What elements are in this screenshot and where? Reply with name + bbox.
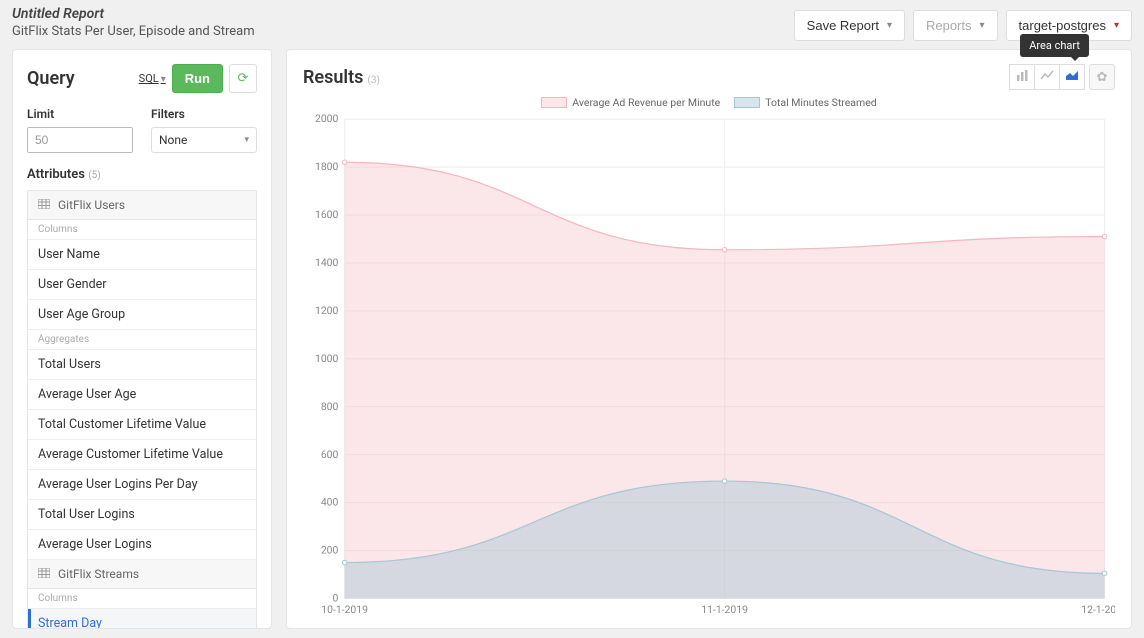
- chart-settings-button[interactable]: ✿: [1089, 64, 1115, 90]
- chart-legend: Average Ad Revenue per Minute Total Minut…: [303, 96, 1115, 109]
- attribute-group-label: GitFlix Users: [58, 198, 125, 212]
- attributes-label: Attributes: [27, 167, 85, 182]
- area-chart: 020040060080010001200140016001800200010-…: [303, 113, 1115, 623]
- legend-swatch: [734, 97, 760, 108]
- line-chart-button[interactable]: [1034, 64, 1060, 90]
- svg-text:200: 200: [321, 544, 339, 557]
- line-chart-icon: [1040, 70, 1054, 84]
- area-chart-icon: [1065, 70, 1079, 84]
- svg-text:2000: 2000: [315, 113, 339, 125]
- bar-chart-button[interactable]: [1009, 64, 1035, 90]
- filters-select[interactable]: None ▾: [151, 127, 257, 153]
- attribute-item[interactable]: Total Users: [28, 350, 256, 380]
- attribute-section-label: Aggregates: [28, 330, 256, 350]
- svg-text:1600: 1600: [315, 208, 339, 221]
- attribute-group-head[interactable]: GitFlix Streams: [28, 560, 256, 589]
- reports-label: Reports: [926, 18, 972, 33]
- save-report-label: Save Report: [807, 18, 879, 33]
- svg-text:1000: 1000: [315, 352, 339, 365]
- datasource-label: target-postgres: [1019, 18, 1106, 33]
- query-title: Query: [27, 68, 75, 89]
- limit-input[interactable]: [27, 127, 133, 153]
- attribute-item[interactable]: Stream Day: [28, 609, 256, 629]
- run-button[interactable]: Run: [172, 64, 223, 93]
- attribute-item[interactable]: Average User Age: [28, 380, 256, 410]
- attribute-item[interactable]: User Gender: [28, 270, 256, 300]
- attribute-item[interactable]: Average User Logins: [28, 530, 256, 560]
- svg-text:12-1-2019: 12-1-2019: [1081, 603, 1115, 616]
- area-chart-button[interactable]: [1059, 64, 1085, 90]
- filters-label: Filters: [151, 107, 257, 121]
- attribute-item[interactable]: User Age Group: [28, 300, 256, 330]
- filters-value: None: [159, 133, 187, 147]
- save-report-button[interactable]: Save Report: [794, 10, 905, 41]
- svg-text:1200: 1200: [315, 304, 339, 317]
- results-count: (3): [367, 75, 380, 86]
- report-title: Untitled Report: [12, 6, 255, 22]
- chevron-down-icon: ▾: [244, 135, 249, 145]
- attribute-section-label: Columns: [28, 220, 256, 240]
- query-panel: Query SQL Run ⟳ Limit Filters None ▾ Att…: [12, 49, 272, 629]
- legend-item[interactable]: Total Minutes Streamed: [734, 96, 877, 109]
- svg-text:1800: 1800: [315, 160, 339, 173]
- bar-chart-icon: [1016, 70, 1029, 84]
- gear-icon: ✿: [1097, 70, 1108, 85]
- results-title: Results: [303, 67, 363, 88]
- legend-label: Average Ad Revenue per Minute: [572, 96, 720, 109]
- report-subtitle: GitFlix Stats Per User, Episode and Stre…: [12, 24, 255, 39]
- attribute-item[interactable]: User Name: [28, 240, 256, 270]
- attribute-item[interactable]: Average User Logins Per Day: [28, 470, 256, 500]
- refresh-button[interactable]: ⟳: [229, 64, 257, 93]
- attributes-list: GitFlix UsersColumnsUser NameUser Gender…: [27, 190, 257, 629]
- svg-text:600: 600: [321, 448, 339, 461]
- svg-text:11-1-2019: 11-1-2019: [701, 603, 748, 616]
- attributes-count: (5): [88, 170, 101, 181]
- refresh-icon: ⟳: [238, 71, 249, 86]
- attribute-group-label: GitFlix Streams: [58, 567, 139, 581]
- attribute-item[interactable]: Total Customer Lifetime Value: [28, 410, 256, 440]
- svg-text:10-1-2019: 10-1-2019: [321, 603, 368, 616]
- attribute-item[interactable]: Total User Logins: [28, 500, 256, 530]
- sql-dropdown[interactable]: SQL: [139, 72, 166, 85]
- svg-text:800: 800: [321, 400, 339, 413]
- attribute-section-label: Columns: [28, 589, 256, 609]
- svg-text:1400: 1400: [315, 256, 339, 269]
- legend-item[interactable]: Average Ad Revenue per Minute: [541, 96, 720, 109]
- legend-label: Total Minutes Streamed: [765, 96, 877, 109]
- svg-text:400: 400: [321, 496, 339, 509]
- legend-swatch: [541, 97, 567, 108]
- chart-tooltip: Area chart: [1020, 34, 1089, 57]
- limit-label: Limit: [27, 107, 133, 121]
- table-icon: [38, 198, 50, 212]
- reports-dropdown[interactable]: Reports: [913, 10, 998, 41]
- attribute-group-head[interactable]: GitFlix Users: [28, 191, 256, 220]
- attribute-item[interactable]: Average Customer Lifetime Value: [28, 440, 256, 470]
- results-panel: Results (3) Area chart ✿ Average Ad Reve…: [286, 49, 1132, 629]
- table-icon: [38, 567, 50, 581]
